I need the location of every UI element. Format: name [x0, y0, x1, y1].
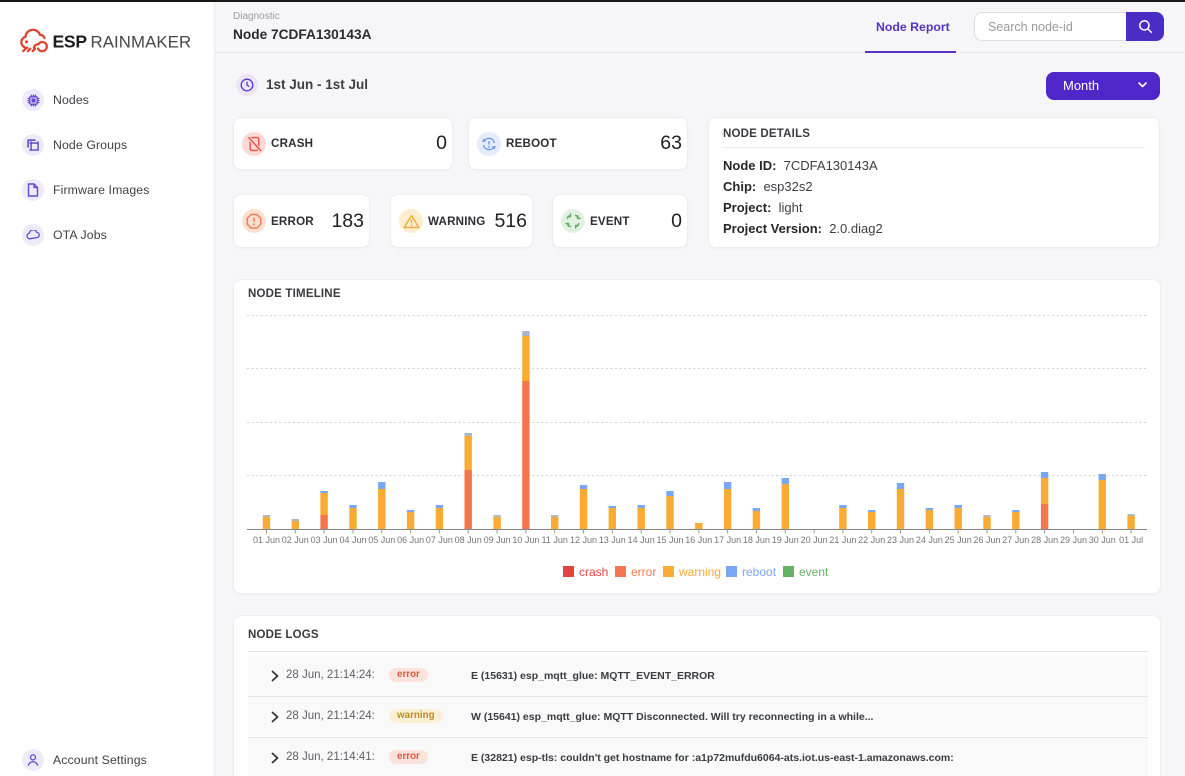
svg-text:reboot: reboot	[742, 565, 777, 579]
svg-text:crash: crash	[579, 565, 608, 579]
svg-text:06 Jun: 06 Jun	[397, 535, 424, 545]
svg-text:26 Jun: 26 Jun	[973, 535, 1000, 545]
svg-text:23 Jun: 23 Jun	[887, 535, 914, 545]
svg-text:event: event	[799, 565, 829, 579]
svg-text:30 Jun: 30 Jun	[1089, 535, 1116, 545]
svg-text:03 Jun: 03 Jun	[311, 535, 338, 545]
svg-text:08 Jun: 08 Jun	[455, 535, 482, 545]
svg-text:11 Jun: 11 Jun	[542, 535, 568, 545]
svg-text:22 Jun: 22 Jun	[858, 535, 885, 545]
svg-text:29 Jun: 29 Jun	[1060, 535, 1087, 545]
svg-text:05 Jun: 05 Jun	[368, 535, 395, 545]
svg-text:15 Jun: 15 Jun	[656, 535, 683, 545]
svg-text:24 Jun: 24 Jun	[916, 535, 943, 545]
svg-text:RAINMAKER: RAINMAKER	[91, 33, 192, 52]
svg-text:28 Jun: 28 Jun	[1031, 535, 1058, 545]
svg-text:13 Jun: 13 Jun	[599, 535, 626, 545]
svg-text:04 Jun: 04 Jun	[339, 535, 366, 545]
svg-text:19 Jun: 19 Jun	[772, 535, 799, 545]
svg-text:error: error	[631, 565, 656, 579]
svg-text:07 Jun: 07 Jun	[426, 535, 453, 545]
svg-text:16 Jun: 16 Jun	[685, 535, 712, 545]
svg-text:18 Jun: 18 Jun	[743, 535, 770, 545]
svg-text:17 Jun: 17 Jun	[714, 535, 741, 545]
svg-text:ESP: ESP	[53, 32, 88, 52]
svg-text:27 Jun: 27 Jun	[1002, 535, 1029, 545]
svg-text:warning: warning	[678, 565, 721, 579]
svg-text:12 Jun: 12 Jun	[570, 535, 597, 545]
svg-text:01 Jun: 01 Jun	[253, 535, 280, 545]
svg-text:09 Jun: 09 Jun	[484, 535, 511, 545]
svg-text:21 Jun: 21 Jun	[829, 535, 856, 545]
svg-text:14 Jun: 14 Jun	[628, 535, 655, 545]
svg-text:02 Jun: 02 Jun	[282, 535, 309, 545]
svg-text:25 Jun: 25 Jun	[945, 535, 972, 545]
svg-text:20 Jun: 20 Jun	[801, 535, 828, 545]
svg-text:10 Jun: 10 Jun	[512, 535, 539, 545]
svg-text:01 Jul: 01 Jul	[1119, 535, 1143, 545]
